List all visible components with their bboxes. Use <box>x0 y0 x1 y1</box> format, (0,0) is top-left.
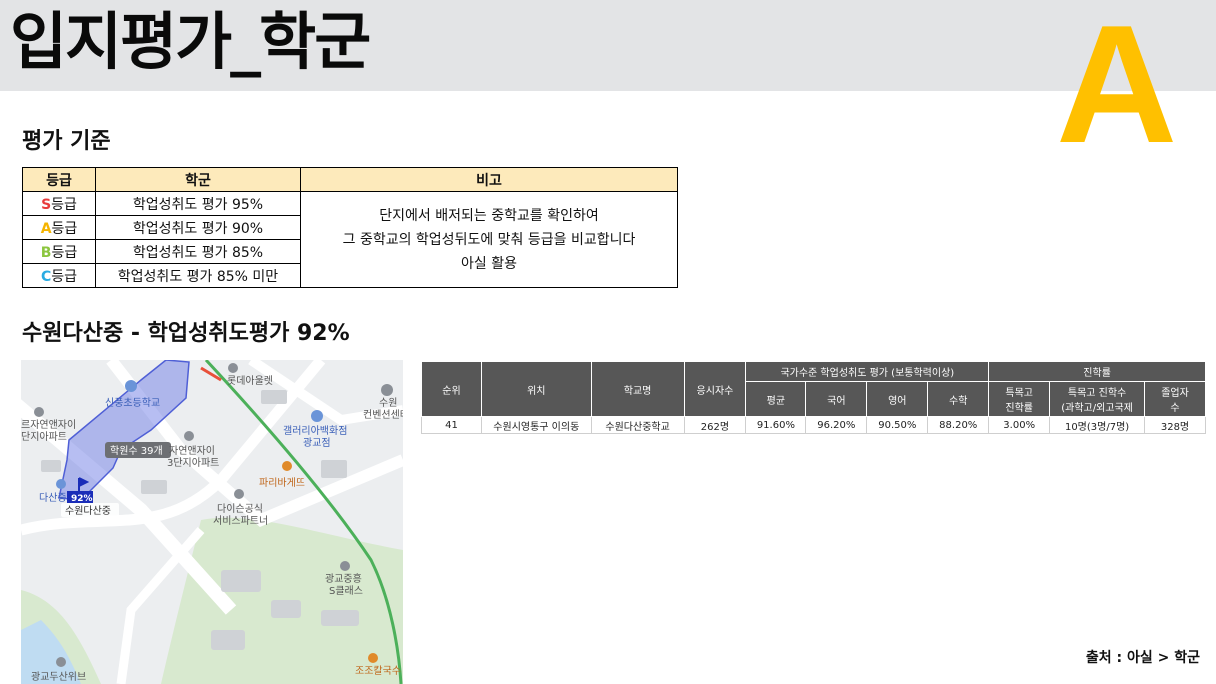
grade-suffix: 등급 <box>51 196 77 213</box>
col-special-rate-line: 특목고 <box>1005 388 1033 399</box>
building-icon <box>184 431 194 441</box>
map-canvas[interactable]: 신풍초등학교 롯데아울렛 수원 컨벤션센터 르자연앤자이 단지아파트 갤러리아백… <box>21 360 403 684</box>
shopping-icon <box>311 410 323 422</box>
col-english: 영어 <box>866 381 929 417</box>
map-label: 신풍초등학교 <box>105 397 160 409</box>
cell-korean: 96.20% <box>805 416 868 434</box>
grade-letter-c: C <box>40 268 52 285</box>
building-icon <box>34 407 44 417</box>
map-label: 다이슨공식 <box>217 503 263 515</box>
map-label: S클래스 <box>329 585 363 597</box>
cell-avg: 91.60% <box>745 416 807 434</box>
cell-school: 수원다산중학교 <box>590 416 685 434</box>
col-special-rate-line: 진학률 <box>1005 403 1033 414</box>
students-label: 학원수 39개 <box>110 445 163 457</box>
map-label: 자연앤자이 <box>169 445 215 457</box>
col-korean: 국어 <box>805 381 868 417</box>
school-icon <box>56 479 66 489</box>
criteria-header-school: 학군 <box>95 167 301 192</box>
map-label: 갤러리아백화점 <box>283 425 347 437</box>
grade-suffix: 등급 <box>51 220 78 237</box>
group-advance: 진학률 <box>988 361 1206 382</box>
criteria-header-grade: 등급 <box>22 167 96 192</box>
grade-desc: 학업성취도 평가 85% <box>95 239 301 264</box>
criteria-header-row: 등급 학군 비고 <box>22 167 678 192</box>
building-icon <box>56 657 66 667</box>
criteria-header-note: 비고 <box>300 167 678 192</box>
cell-graduates: 328명 <box>1144 416 1206 434</box>
cell-special-count: 10명(3명/7명) <box>1049 416 1145 434</box>
stats-header-row: 순위 위치 학교명 응시자수 국가수준 학업성취도 평가 (보통학력이상) 진학… <box>421 361 1206 417</box>
map-label: 파리바게뜨 <box>259 477 305 489</box>
map-label: 서비스파트너 <box>213 515 268 527</box>
col-special-rate: 특목고진학률 <box>988 381 1051 417</box>
page-title: 입지평가_학군 <box>10 5 371 78</box>
building-icon <box>381 384 393 396</box>
col-school: 학교명 <box>590 361 685 417</box>
source-caption: 출처 : 아실 > 학군 <box>1085 650 1200 666</box>
grade-letter-b: B <box>40 244 52 261</box>
criteria-title: 평가 기준 <box>22 129 111 154</box>
cell-english: 90.50% <box>866 416 929 434</box>
map-label: 다산중 <box>39 492 67 504</box>
note-line: 단지에서 배저되는 중학교를 확인하여 <box>379 207 599 224</box>
cell-takers: 262명 <box>683 416 747 434</box>
school-stats-table: 순위 위치 학교명 응시자수 국가수준 학업성취도 평가 (보통학력이상) 진학… <box>421 361 1206 434</box>
building-icon <box>340 561 350 571</box>
shop-icon <box>228 363 238 373</box>
cell-math: 88.20% <box>927 416 990 434</box>
grade-suffix: 등급 <box>51 268 78 285</box>
grade-desc: 학업성취도 평가 85% 미만 <box>95 263 301 288</box>
col-avg: 평균 <box>745 381 807 417</box>
col-special-count-line: 특목고 진학수 <box>1067 388 1127 399</box>
map-label: 단지아파트 <box>21 431 67 443</box>
grade-suffix: 등급 <box>51 244 78 261</box>
col-graduates-line: 수 <box>1170 403 1180 414</box>
note-line: 그 중학교의 학업성뒤도에 맞춰 등급을 비교합니다 <box>342 231 636 248</box>
school-title: 수원다산중 - 학업성취도평가 92% <box>22 321 350 346</box>
grade-cell: A등급 <box>22 215 96 240</box>
col-graduates-line: 졸업자 <box>1161 388 1189 399</box>
grade-letter-s: S <box>41 196 52 213</box>
col-special-count: 특목고 진학수 (과학고/외고국제 <box>1049 381 1145 417</box>
table-row: 41 수원시영통구 이의동 수원다산중학교 262명 91.60% 96.20%… <box>421 416 1206 434</box>
col-graduates: 졸업자수 <box>1144 381 1206 417</box>
map-label: 르자연앤자이 <box>21 419 76 431</box>
grade-cell: S등급 <box>22 191 96 216</box>
map-label: 수원다산중 <box>65 505 111 517</box>
group-national: 국가수준 학업성취도 평가 (보통학력이상) <box>745 361 990 382</box>
map-label: 컨벤션센터 <box>363 409 403 421</box>
grade-cell: B등급 <box>22 239 96 264</box>
food-icon <box>368 653 378 663</box>
col-math: 수학 <box>927 381 990 417</box>
score-label: 92% <box>71 494 93 504</box>
map-label: 광교두산위브 <box>31 670 86 683</box>
col-location: 위치 <box>480 361 592 417</box>
col-rank: 순위 <box>421 361 482 417</box>
grade-desc: 학업성취도 평가 95% <box>95 191 301 216</box>
col-special-count-line: (과학고/외고국제 <box>1061 403 1133 414</box>
note-line: 아실 활용 <box>461 255 517 272</box>
cell-special-rate: 3.00% <box>988 416 1051 434</box>
map-label: 3단지아파트 <box>167 457 219 469</box>
map[interactable]: 신풍초등학교 롯데아울렛 수원 컨벤션센터 르자연앤자이 단지아파트 갤러리아백… <box>21 360 403 684</box>
grade-badge: A <box>1056 0 1178 178</box>
school-icon <box>125 380 137 392</box>
col-takers: 응시자수 <box>683 361 747 417</box>
map-label: 광교점 <box>303 437 331 449</box>
food-icon <box>282 461 292 471</box>
criteria-note: 단지에서 배저되는 중학교를 확인하여 그 중학교의 학업성뒤도에 맞춰 등급을… <box>300 191 678 288</box>
criteria-row: S등급 학업성취도 평가 95% 단지에서 배저되는 중학교를 확인하여 그 중… <box>22 191 678 288</box>
map-label: 수원 <box>379 397 397 409</box>
map-label: 롯데아울렛 <box>227 375 273 387</box>
map-label: 조조칼국수 <box>355 664 401 677</box>
criteria-table: 등급 학군 비고 S등급 학업성취도 평가 95% 단지에서 배저되는 중학교를… <box>22 167 678 288</box>
building-icon <box>234 489 244 499</box>
grade-desc: 학업성취도 평가 90% <box>95 215 301 240</box>
map-label: 광교중흥 <box>325 572 362 585</box>
grade-letter-a: A <box>40 220 52 237</box>
cell-location: 수원시영통구 이의동 <box>480 416 592 434</box>
cell-rank: 41 <box>421 416 482 434</box>
grade-cell: C등급 <box>22 263 96 288</box>
